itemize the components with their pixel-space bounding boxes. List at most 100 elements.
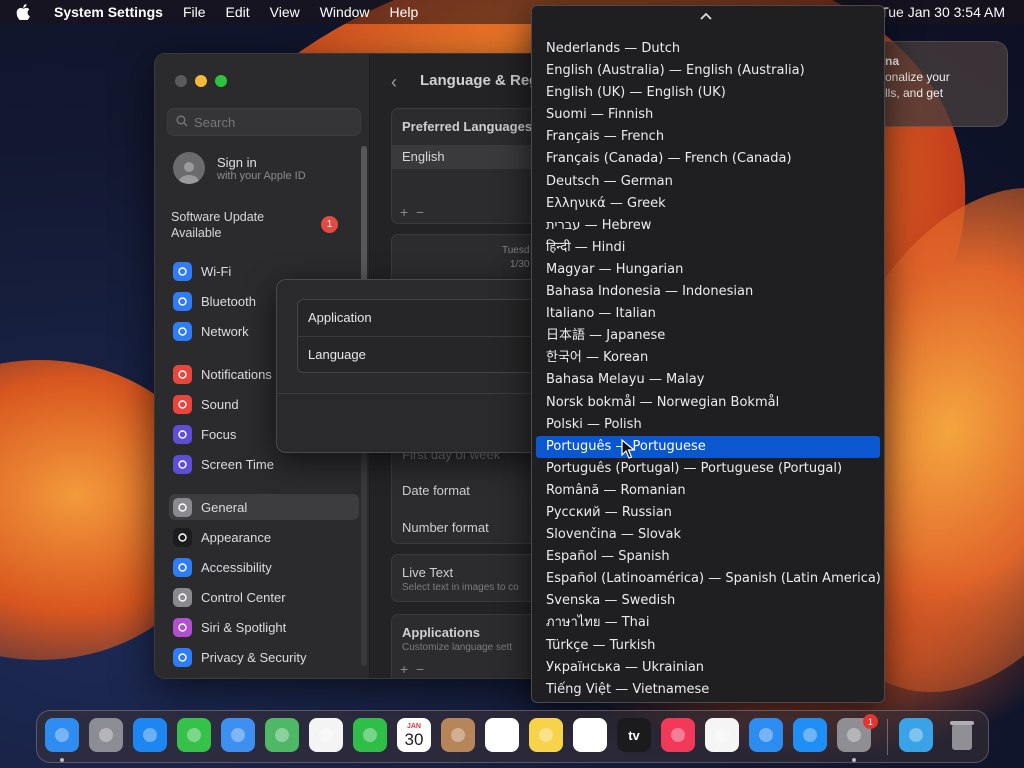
sidebar-item-accessibility[interactable]: Accessibility [169, 554, 359, 580]
menu-help[interactable]: Help [390, 4, 419, 20]
language-option[interactable]: Português — Portuguese [536, 435, 880, 458]
language-option[interactable]: ภาษาไทย — Thai [536, 612, 880, 634]
sidebar-item-screen-time[interactable]: Screen Time [169, 451, 359, 477]
search-field[interactable]: Search [167, 108, 361, 136]
app-store-icon[interactable] [793, 718, 827, 752]
language-option[interactable]: Deutsch — German [536, 171, 880, 193]
sidebar-item-label: Accessibility [201, 559, 272, 575]
language-option[interactable]: Bahasa Melayu — Malay [536, 369, 880, 391]
sidebar-item-siri-spotlight[interactable]: Siri & Spotlight [169, 614, 359, 640]
language-option[interactable]: Bahasa Indonesia — Indonesian [536, 281, 880, 303]
running-indicator [852, 758, 856, 762]
language-option[interactable]: Tiếng Việt — Vietnamese [536, 679, 880, 701]
date-format-label[interactable]: Date format [402, 483, 470, 498]
siri-icon [173, 617, 192, 637]
menu-file[interactable]: File [183, 4, 206, 20]
keynote-icon[interactable] [749, 718, 783, 752]
language-option[interactable]: Italiano — Italian [536, 303, 880, 325]
news-icon[interactable] [705, 718, 739, 752]
safari-icon[interactable] [133, 718, 167, 752]
menu-edit[interactable]: Edit [226, 4, 250, 20]
language-dropdown-menu[interactable]: Nederlands — Dutch English (Australia) — … [531, 5, 885, 703]
language-option[interactable]: 日本語 — Japanese [536, 325, 880, 347]
notification-text: na onalize your lls, and get [885, 53, 950, 101]
sidebar-item-privacy-security[interactable]: Privacy & Security [169, 644, 359, 670]
launchpad-icon[interactable] [89, 718, 123, 752]
back-chevron-icon[interactable]: ‹ [391, 72, 397, 93]
close-window-button[interactable] [175, 75, 187, 87]
language-option[interactable]: Русский — Russian [536, 502, 880, 524]
language-option[interactable]: Polski — Polish [536, 414, 880, 436]
sidebar-item-label: Sound [201, 396, 239, 412]
sidebar-item-label: Appearance [201, 529, 272, 545]
menu-view[interactable]: View [270, 4, 300, 20]
language-option[interactable]: Українська — Ukrainian [536, 657, 880, 679]
menu-app-name[interactable]: System Settings [54, 4, 163, 20]
trash-icon[interactable] [945, 718, 979, 752]
language-option[interactable]: Română — Romanian [536, 480, 880, 502]
music-icon[interactable] [661, 718, 695, 752]
language-option[interactable]: Français — French [536, 126, 880, 148]
number-format-label[interactable]: Number format [402, 520, 489, 535]
reminders-icon[interactable] [485, 718, 519, 752]
photos-icon[interactable] [309, 718, 343, 752]
finder-icon[interactable] [45, 718, 79, 752]
apple-menu-icon[interactable] [16, 0, 38, 24]
applications-subtitle: Customize language sett [402, 642, 513, 653]
appearance-icon [173, 527, 192, 547]
maps-icon[interactable] [265, 718, 299, 752]
zoom-window-button[interactable] [215, 75, 227, 87]
software-update-item[interactable]: Software Update Available [171, 209, 281, 241]
language-option[interactable]: English (Australia) — English (Australia… [536, 60, 880, 82]
sidebar-item-general[interactable]: General [169, 494, 359, 520]
language-option[interactable]: עברית — Hebrew [536, 215, 880, 237]
apple-id-signin[interactable]: Sign in with your Apple ID [173, 152, 306, 184]
language-option[interactable]: 한국어 — Korean [536, 347, 880, 369]
region-preview-day: Tuesd [502, 245, 530, 256]
language-option[interactable]: Slovenčina — Slovak [536, 524, 880, 546]
downloads-folder-icon[interactable] [899, 718, 933, 752]
facetime-icon[interactable] [353, 718, 387, 752]
notification-line: onalize your [885, 70, 950, 84]
language-option[interactable]: Español (Latinoamérica) — Spanish (Latin… [536, 568, 881, 590]
accessibility-icon [173, 557, 192, 577]
language-option[interactable]: Türkçe — Turkish [536, 635, 880, 657]
language-option[interactable]: Svenska — Swedish [536, 590, 880, 612]
mail-icon[interactable] [221, 718, 255, 752]
language-option[interactable]: Magyar — Hungarian [536, 259, 880, 281]
freeform-icon[interactable] [573, 718, 607, 752]
messages-icon[interactable] [177, 718, 211, 752]
menu-clock[interactable]: Tue Jan 30 3:54 AM [880, 4, 1005, 20]
contacts-icon[interactable] [441, 718, 475, 752]
language-option[interactable]: Suomi — Finnish [536, 104, 880, 126]
language-option[interactable]: Español — Spanish [536, 546, 880, 568]
sidebar-item-label: Focus [201, 426, 237, 442]
language-option[interactable]: English (UK) — English (UK) [536, 82, 880, 104]
divider [298, 336, 546, 337]
live-text-label: Live Text [402, 565, 454, 580]
scrollbar-thumb[interactable] [361, 146, 367, 296]
tv-icon[interactable]: tv [617, 718, 651, 752]
language-option[interactable]: Français (Canada) — French (Canada) [536, 148, 880, 170]
language-label[interactable]: Language [308, 347, 366, 362]
sidebar-item-label: Siri & Spotlight [201, 619, 287, 635]
language-option[interactable]: हिन्दी — Hindi [536, 237, 880, 259]
minimize-window-button[interactable] [195, 75, 207, 87]
add-remove-app-buttons[interactable]: + − [400, 661, 424, 677]
region-preview-date: 1/30 [510, 259, 530, 270]
gear-icon [173, 497, 192, 517]
language-option[interactable]: Norsk bokmål — Norwegian Bokmål [536, 392, 880, 414]
scroll-up-chevron-icon[interactable] [700, 9, 712, 23]
sidebar-item-appearance[interactable]: Appearance [169, 524, 359, 550]
add-remove-language-buttons[interactable]: + − [400, 204, 424, 220]
sidebar-item-control-center[interactable]: Control Center [169, 584, 359, 610]
notes-icon[interactable] [529, 718, 563, 752]
hourglass-icon [173, 454, 192, 474]
menu-window[interactable]: Window [320, 4, 370, 20]
language-option[interactable]: Português (Portugal) — Portuguese (Portu… [536, 458, 880, 480]
calendar-icon[interactable]: JAN 30 [397, 718, 431, 752]
sidebar-item-label: Control Center [201, 589, 286, 605]
application-label[interactable]: Application [308, 310, 372, 325]
language-option[interactable]: Nederlands — Dutch [536, 38, 880, 60]
language-option[interactable]: Ελληνικά — Greek [536, 193, 880, 215]
